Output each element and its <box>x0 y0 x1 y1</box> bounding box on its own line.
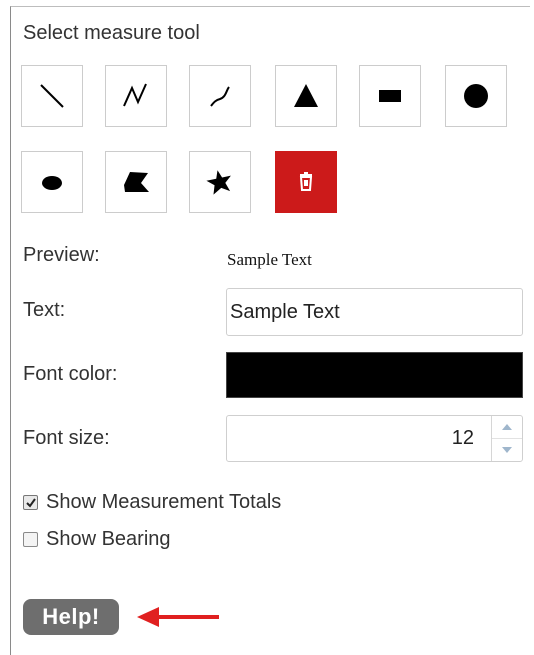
polyline-icon <box>123 83 147 107</box>
show-bearing-label: Show Bearing <box>46 528 171 550</box>
red-arrow-icon <box>137 607 219 627</box>
trash-icon <box>299 172 313 191</box>
triangle-tool-button[interactable] <box>275 65 337 127</box>
text-input[interactable] <box>226 288 523 336</box>
font-size-value: 12 <box>451 427 474 449</box>
checkmark-icon <box>25 497 36 508</box>
freehand-polygon-icon <box>206 170 231 195</box>
chevron-down-icon <box>502 446 512 453</box>
font-size-label: Font size: <box>23 427 110 449</box>
ellipse-tool-button[interactable] <box>21 151 83 213</box>
ellipse-icon <box>42 176 62 190</box>
show-totals-option[interactable]: Show Measurement Totals <box>23 491 281 514</box>
rectangle-icon <box>379 90 401 102</box>
preview-text: Sample Text <box>227 250 312 269</box>
show-totals-label: Show Measurement Totals <box>46 491 282 513</box>
show-totals-checkbox[interactable] <box>23 495 38 510</box>
help-button[interactable]: Help! <box>23 599 119 635</box>
font-size-input[interactable]: 12 <box>226 415 523 462</box>
decrement-button[interactable] <box>492 438 522 460</box>
circle-icon <box>464 84 488 108</box>
line-icon <box>40 84 64 108</box>
preview-label: Preview: <box>23 244 100 266</box>
increment-button[interactable] <box>492 416 522 438</box>
line-tool-button[interactable] <box>21 65 83 127</box>
measure-panel: Select measure tool Preview: Sample Text… <box>10 6 530 655</box>
panel-title: Select measure tool <box>23 22 200 44</box>
delete-button[interactable] <box>275 151 337 213</box>
chevron-up-icon <box>502 424 512 430</box>
polygon-tool-button[interactable] <box>105 151 167 213</box>
text-label: Text: <box>23 299 66 321</box>
freehand-polygon-tool-button[interactable] <box>189 151 251 213</box>
freehand-line-tool-button[interactable] <box>189 65 251 127</box>
circle-tool-button[interactable] <box>445 65 507 127</box>
freehand-line-icon <box>210 86 230 107</box>
font-size-spinner <box>491 416 522 461</box>
show-bearing-checkbox[interactable] <box>23 532 38 547</box>
triangle-icon <box>294 84 318 107</box>
polygon-icon <box>124 172 149 192</box>
polyline-tool-button[interactable] <box>105 65 167 127</box>
font-color-picker[interactable] <box>226 352 523 398</box>
show-bearing-option[interactable]: Show Bearing <box>23 528 171 551</box>
rectangle-tool-button[interactable] <box>359 65 421 127</box>
font-color-label: Font color: <box>23 363 118 385</box>
